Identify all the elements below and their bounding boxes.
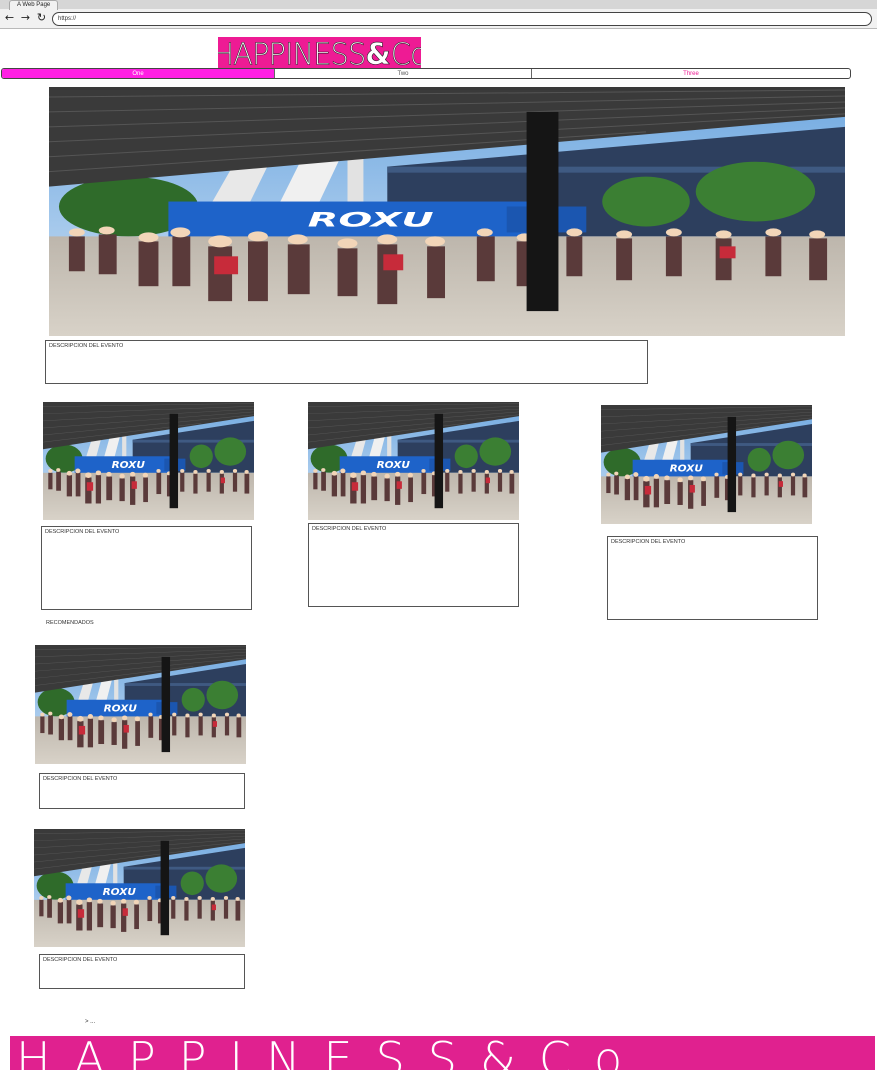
logo-suffix: Co [390, 37, 421, 69]
svg-text:ROXU: ROXU [308, 209, 434, 232]
arrow-right-icon[interactable]: → [20, 12, 31, 23]
event-photo-image: ROXU [43, 402, 254, 520]
recommended-photo-1[interactable]: ROXU [35, 645, 246, 764]
event-photo-2[interactable]: ROXU [308, 402, 519, 520]
footer-banner: HAPPINESS&Co [10, 1036, 875, 1070]
tab-three-label: Three [683, 71, 699, 77]
event-photo-image: ROXU [308, 402, 519, 520]
featured-event-description[interactable]: DESCRIPCION DEL EVENTO [45, 340, 648, 384]
event-photo-image: ROXU [49, 87, 845, 336]
recommended-photo-2[interactable]: ROXU [34, 829, 245, 947]
event-description-label-1: DESCRIPCION DEL EVENTO [45, 529, 120, 535]
svg-text:ROXU: ROXU [670, 464, 703, 474]
event-description-1[interactable]: DESCRIPCION DEL EVENTO [41, 526, 252, 610]
svg-text:ROXU: ROXU [377, 461, 410, 471]
brand-logo[interactable]: HAPPINESS&Co [218, 37, 421, 69]
featured-event-photo[interactable]: ROXU [49, 87, 845, 336]
reload-icon[interactable]: ↻ [36, 12, 47, 23]
browser-tabstrip [0, 0, 877, 9]
event-description-label-2: DESCRIPCION DEL EVENTO [312, 526, 387, 532]
pager-next-link[interactable]: > ... [85, 1019, 95, 1025]
footer-brand-word: HAPPINESS&Co [16, 1036, 646, 1070]
recommended-description-1[interactable]: DESCRIPCION DEL EVENTO [39, 773, 245, 809]
svg-text:ROXU: ROXU [104, 704, 137, 714]
tab-one[interactable]: One [2, 69, 275, 78]
event-description-2[interactable]: DESCRIPCION DEL EVENTO [308, 523, 519, 607]
event-photo-image: ROXU [35, 645, 246, 764]
arrow-left-icon[interactable]: ← [4, 12, 15, 23]
logo-ampersand: & [365, 37, 391, 69]
url-input[interactable]: https:// [52, 12, 872, 26]
recommended-description-label-1: DESCRIPCION DEL EVENTO [43, 776, 118, 782]
featured-description-label: DESCRIPCION DEL EVENTO [49, 343, 124, 349]
main-nav: One Two Three [1, 68, 851, 79]
logo-word: HAPPINESS [218, 37, 367, 69]
svg-text:ROXU: ROXU [103, 888, 136, 898]
event-photo-image: ROXU [601, 405, 812, 524]
tab-two[interactable]: Two [275, 69, 532, 78]
recommended-heading: RECOMENDADOS [46, 620, 94, 626]
event-photo-1[interactable]: ROXU [43, 402, 254, 520]
event-description-label-3: DESCRIPCION DEL EVENTO [611, 539, 686, 545]
recommended-description-2[interactable]: DESCRIPCION DEL EVENTO [39, 954, 245, 989]
browser-chrome: A Web Page ← → ↻ https:// [0, 0, 877, 29]
event-photo-3[interactable]: ROXU [601, 405, 812, 524]
recommended-description-label-2: DESCRIPCION DEL EVENTO [43, 957, 118, 963]
event-description-3[interactable]: DESCRIPCION DEL EVENTO [607, 536, 818, 620]
tab-three[interactable]: Three [532, 69, 850, 78]
svg-text:ROXU: ROXU [112, 461, 145, 471]
event-photo-image: ROXU [34, 829, 245, 947]
browser-tab[interactable]: A Web Page [9, 0, 59, 10]
